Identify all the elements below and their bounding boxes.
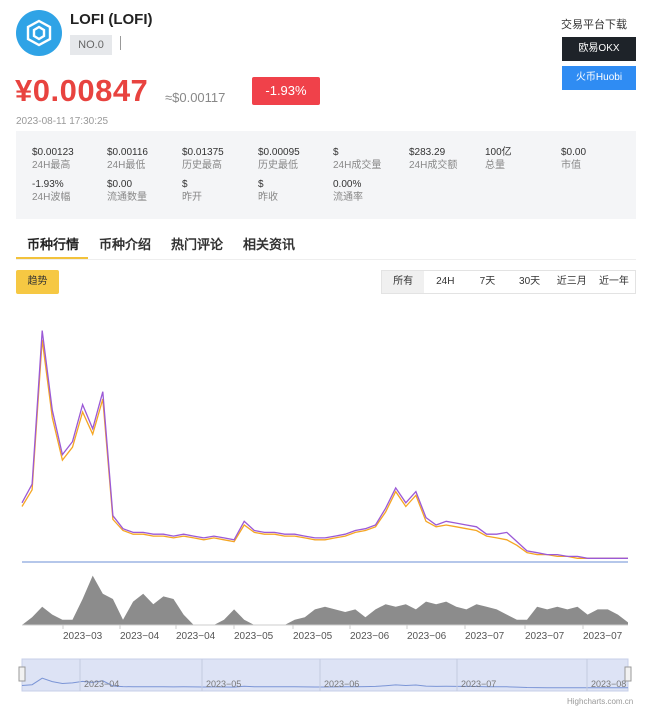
tab-comments[interactable]: 热门评论 (171, 234, 223, 253)
stat-total-supply: 100亿 总量 (485, 147, 512, 171)
divider (120, 36, 121, 50)
content-tabs: 币种行情 币种介绍 热门评论 相关资讯 (16, 232, 636, 260)
tab-news[interactable]: 相关资讯 (243, 234, 295, 253)
range-selector: 所有 24H 7天 30天 近三月 近一年 (381, 270, 636, 294)
trend-button[interactable]: 趋势 (16, 270, 59, 294)
x-tick-label: 2023−05 (293, 631, 333, 642)
price-timestamp: 2023-08-11 17:30:25 (16, 116, 109, 127)
x-tick-label: 2023−07 (525, 631, 565, 642)
tab-intro[interactable]: 币种介绍 (99, 234, 151, 253)
range-1y[interactable]: 近一年 (593, 271, 635, 293)
x-tick-label: 2023−03 (63, 631, 103, 642)
navigator-tick-label: 2023−05 (206, 679, 241, 689)
range-24h[interactable]: 24H (424, 271, 466, 293)
x-tick-label: 2023−04 (120, 631, 160, 642)
stat-circulation-rate: 0.00% 流通率 (333, 179, 363, 203)
okx-download-button[interactable]: 欧易OKX (562, 37, 636, 61)
stat-yesterday-open: $ 昨开 (182, 179, 202, 203)
stat-circulating: $0.00 流通数量 (107, 179, 147, 203)
navigator-tick-label: 2023−06 (324, 679, 359, 689)
x-tick-label: 2023−04 (176, 631, 216, 642)
coin-title: LOFI (LOFI) (70, 11, 153, 28)
stat-market-cap: $0.00 市值 (561, 147, 587, 171)
stat-24h-amplitude: -1.93% 24H波幅 (32, 179, 71, 203)
stats-panel: $0.00123 24H最高 $0.00116 24H最低 $0.01375 历史最高… (16, 131, 636, 219)
x-tick-label: 2023−07 (583, 631, 623, 642)
stat-24h-volume: $24H成交量 (333, 147, 382, 171)
price-cny: ¥0.00847 (15, 73, 149, 108)
navigator-left-handle[interactable] (18, 666, 26, 682)
range-3m[interactable]: 近三月 (551, 271, 593, 293)
navigator-tick-label: 2023−04 (84, 679, 119, 689)
navigator-tick-label: 2023−08 (591, 679, 626, 689)
stat-yesterday-close: $ 昨收 (258, 179, 278, 203)
navigator-right-handle[interactable] (624, 666, 632, 682)
stat-atl: $0.00095 历史最低 (258, 147, 300, 171)
range-7d[interactable]: 7天 (466, 271, 508, 293)
price-change-badge: -1.93% (252, 77, 320, 105)
x-tick-label: 2023−06 (407, 631, 447, 642)
price-series-1 (21, 339, 628, 559)
price-usd: ≈$0.00117 (165, 90, 226, 105)
range-30d[interactable]: 30天 (509, 271, 551, 293)
x-tick-label: 2023−07 (465, 631, 505, 642)
x-tick-label: 2023−06 (350, 631, 390, 642)
x-tick-label: 2023−05 (234, 631, 274, 642)
cube-logo-icon (26, 19, 52, 47)
navigator-tick-label: 2023−07 (461, 679, 496, 689)
coin-logo (16, 10, 62, 56)
stat-24h-high: $0.00123 24H最高 (32, 147, 74, 171)
active-tab-indicator (16, 257, 88, 259)
price-chart[interactable]: 2023−03 2023−04 2023−04 2023−05 2023−05 2023−… (0, 305, 650, 700)
range-all[interactable]: 所有 (382, 271, 425, 293)
huobi-download-button[interactable]: 火币Huobi (562, 66, 636, 90)
rank-badge: NO.0 (70, 35, 112, 55)
price-series-0 (21, 330, 628, 559)
stat-24h-turnover: $283.29 24H成交额 (409, 147, 458, 171)
tab-market[interactable]: 币种行情 (27, 234, 79, 253)
exchange-download-title: 交易平台下载 (561, 19, 627, 31)
stat-ath: $0.01375 历史最高 (182, 147, 224, 171)
volume-area (22, 575, 628, 625)
chart-credit: Highcharts.com.cn (567, 697, 634, 706)
stat-24h-low: $0.00116 24H最低 (107, 147, 148, 171)
